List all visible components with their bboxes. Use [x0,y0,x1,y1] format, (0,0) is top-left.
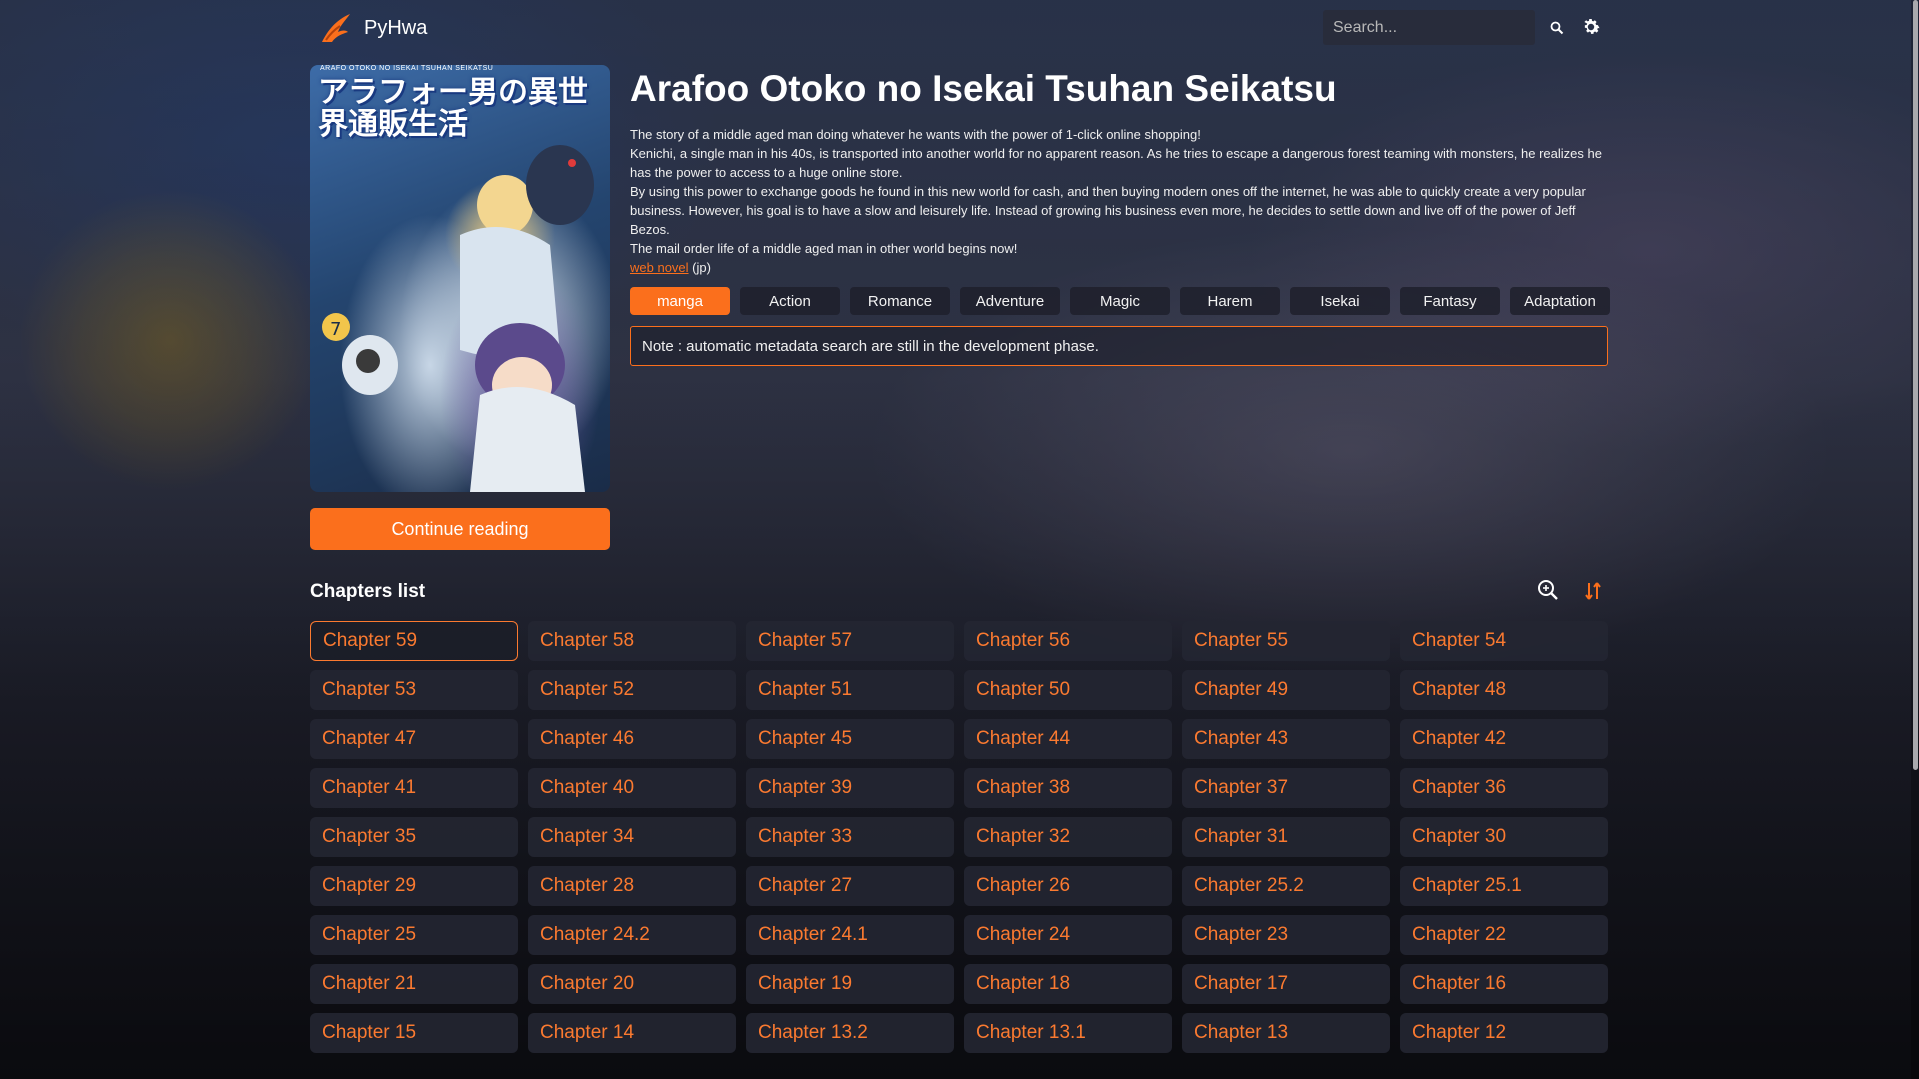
chapter-item[interactable]: Chapter 44 [964,719,1172,759]
chapter-item[interactable]: Chapter 18 [964,964,1172,1004]
chapter-item[interactable]: Chapter 51 [746,670,954,710]
continue-reading-button[interactable]: Continue reading [310,508,610,550]
chapter-item[interactable]: Chapter 52 [528,670,736,710]
chapter-item[interactable]: Chapter 24.1 [746,915,954,955]
app-logo[interactable]: PyHwa [318,10,427,46]
description-line: By using this power to exchange goods he… [630,184,1586,237]
chapter-item[interactable]: Chapter 54 [1400,621,1608,661]
chapter-item[interactable]: Chapter 57 [746,621,954,661]
manga-title: Arafoo Otoko no Isekai Tsuhan Seikatsu [630,68,1337,109]
description-line: The story of a middle aged man doing wha… [630,127,1201,142]
chapter-item[interactable]: Chapter 50 [964,670,1172,710]
chapter-item[interactable]: Chapter 48 [1400,670,1608,710]
chapter-item[interactable]: Chapter 24 [964,915,1172,955]
app-name: PyHwa [364,16,428,39]
chapter-item[interactable]: Chapter 12 [1400,1013,1608,1053]
tag-adventure[interactable]: Adventure [960,287,1060,315]
chapter-item[interactable]: Chapter 41 [310,768,518,808]
chapter-grid: Chapter 59 Chapter 58 Chapter 57 Chapter 56… [310,621,1609,1053]
chapter-item[interactable]: Chapter 37 [1182,768,1390,808]
chapter-item[interactable]: Chapter 58 [528,621,736,661]
chapter-item[interactable]: Chapter 36 [1400,768,1608,808]
description-line: Kenichi, a single man in his 40s, is tra… [630,146,1602,180]
sort-icon[interactable] [1582,580,1604,602]
chapter-item[interactable]: Chapter 31 [1182,817,1390,857]
tag-magic[interactable]: Magic [1070,287,1170,315]
chapter-item[interactable]: Chapter 25.2 [1182,866,1390,906]
page-scrollbar[interactable] [1911,0,1919,1079]
scrollbar-thumb[interactable] [1913,0,1918,770]
manga-description: The story of a middle aged man doing wha… [630,125,1610,277]
chapter-item[interactable]: Chapter 49 [1182,670,1390,710]
chapter-item[interactable]: Chapter 46 [528,719,736,759]
chapter-item[interactable]: Chapter 55 [1182,621,1390,661]
tag-romance[interactable]: Romance [850,287,950,315]
metadata-note: Note : automatic metadata search are sti… [630,326,1608,366]
chapter-item[interactable]: Chapter 16 [1400,964,1608,1004]
chapter-item[interactable]: Chapter 26 [964,866,1172,906]
tag-isekai[interactable]: Isekai [1290,287,1390,315]
chapter-item[interactable]: Chapter 40 [528,768,736,808]
chapter-item[interactable]: Chapter 13.2 [746,1013,954,1053]
chapter-item[interactable]: Chapter 28 [528,866,736,906]
chapter-item[interactable]: Chapter 59 [310,621,518,661]
chapter-item[interactable]: Chapter 47 [310,719,518,759]
svg-text:7: 7 [330,319,341,340]
chapter-item[interactable]: Chapter 32 [964,817,1172,857]
tag-list: manga Action Romance Adventure Magic Har… [630,287,1610,315]
chapter-item[interactable]: Chapter 13 [1182,1013,1390,1053]
search-bar [1323,10,1564,45]
cover-artwork: 7 [322,145,594,492]
chapter-item[interactable]: Chapter 13.1 [964,1013,1172,1053]
chapter-item[interactable]: Chapter 20 [528,964,736,1004]
chapter-item[interactable]: Chapter 35 [310,817,518,857]
chapter-item[interactable]: Chapter 30 [1400,817,1608,857]
gear-icon[interactable] [1580,16,1602,38]
chapter-item[interactable]: Chapter 53 [310,670,518,710]
search-icon[interactable] [1550,21,1564,35]
chapter-item[interactable]: Chapter 25 [310,915,518,955]
tag-manga[interactable]: manga [630,287,730,315]
chapter-item[interactable]: Chapter 34 [528,817,736,857]
chapter-item[interactable]: Chapter 25.1 [1400,866,1608,906]
chapter-item[interactable]: Chapter 27 [746,866,954,906]
logo-icon [322,14,350,42]
tag-action[interactable]: Action [740,287,840,315]
tag-adaptation[interactable]: Adaptation [1510,287,1610,315]
manga-cover: ARAFO OTOKO NO ISEKAI TSUHAN SEIKATSU アラ… [310,65,610,492]
chapter-item[interactable]: Chapter 22 [1400,915,1608,955]
link-suffix: (jp) [688,260,711,275]
chapter-item[interactable]: Chapter 33 [746,817,954,857]
search-input[interactable] [1323,10,1550,45]
chapter-item[interactable]: Chapter 24.2 [528,915,736,955]
chapter-item[interactable]: Chapter 56 [964,621,1172,661]
chapter-item[interactable]: Chapter 14 [528,1013,736,1053]
chapter-item[interactable]: Chapter 45 [746,719,954,759]
chapter-item[interactable]: Chapter 15 [310,1013,518,1053]
chapter-item[interactable]: Chapter 43 [1182,719,1390,759]
chapter-item[interactable]: Chapter 17 [1182,964,1390,1004]
tag-fantasy[interactable]: Fantasy [1400,287,1500,315]
chapter-item[interactable]: Chapter 42 [1400,719,1608,759]
description-line: The mail order life of a middle aged man… [630,241,1018,256]
chapter-item[interactable]: Chapter 29 [310,866,518,906]
chapter-item[interactable]: Chapter 39 [746,768,954,808]
chapters-heading: Chapters list [310,581,426,602]
chapter-item[interactable]: Chapter 23 [1182,915,1390,955]
chapter-item[interactable]: Chapter 38 [964,768,1172,808]
zoom-search-icon[interactable] [1536,578,1560,602]
chapter-item[interactable]: Chapter 19 [746,964,954,1004]
tag-harem[interactable]: Harem [1180,287,1280,315]
web-novel-link[interactable]: web novel [630,260,689,275]
chapter-item[interactable]: Chapter 21 [310,964,518,1004]
